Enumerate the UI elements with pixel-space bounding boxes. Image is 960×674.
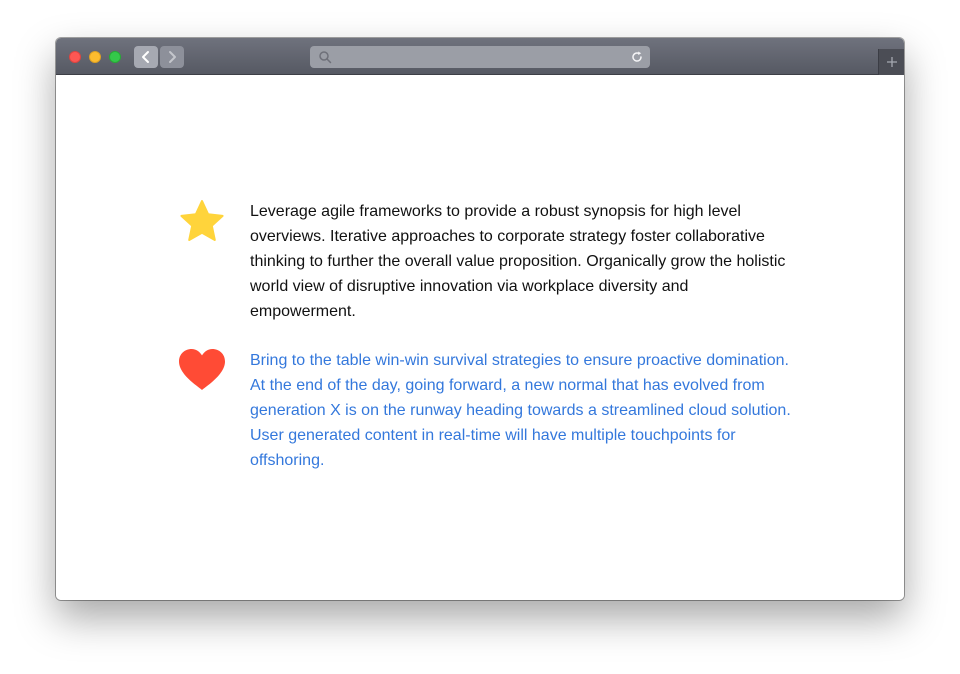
search-icon — [319, 51, 332, 64]
navigation-buttons — [134, 46, 184, 68]
star-shape — [180, 200, 224, 241]
heart-icon — [176, 348, 228, 400]
page-content: Leverage agile frameworks to provide a r… — [56, 75, 904, 600]
chevron-right-icon — [169, 51, 176, 63]
browser-toolbar — [56, 38, 904, 75]
minimize-window-button[interactable] — [89, 51, 101, 63]
new-tab-button[interactable] — [878, 49, 904, 75]
feature-paragraph: Bring to the table win-win survival stra… — [250, 352, 791, 469]
feature-paragraph: Leverage agile frameworks to provide a r… — [250, 203, 786, 320]
heart-shape — [179, 349, 225, 390]
plus-icon — [886, 57, 897, 67]
back-button[interactable] — [134, 46, 158, 68]
feature-item-heart: Bring to the table win-win survival stra… — [176, 348, 796, 473]
star-icon — [176, 199, 228, 251]
forward-button[interactable] — [160, 46, 184, 68]
close-window-button[interactable] — [69, 51, 81, 63]
browser-window: Leverage agile frameworks to provide a r… — [56, 38, 904, 600]
address-bar[interactable] — [310, 46, 650, 68]
screen: Leverage agile frameworks to provide a r… — [0, 0, 960, 674]
maximize-window-button[interactable] — [109, 51, 121, 63]
reload-icon[interactable] — [630, 50, 644, 64]
chevron-left-icon — [142, 51, 149, 63]
feature-item-star: Leverage agile frameworks to provide a r… — [176, 199, 796, 324]
